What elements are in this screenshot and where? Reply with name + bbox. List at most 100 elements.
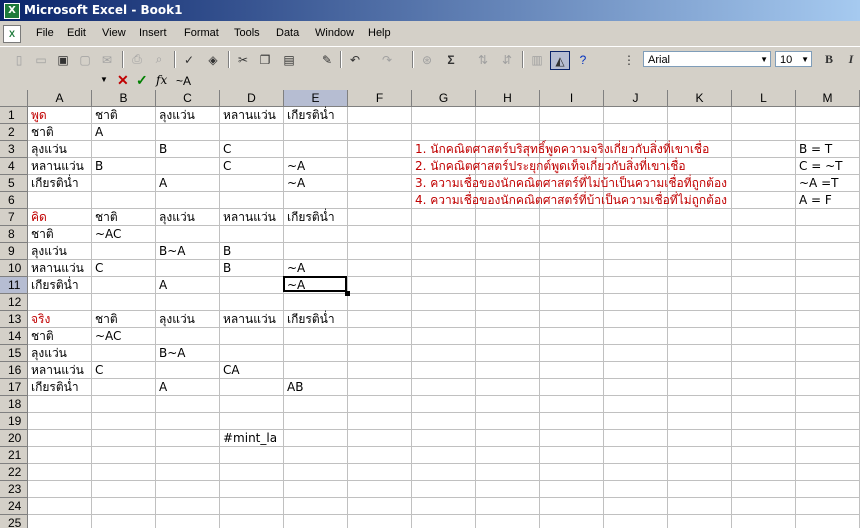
cell-c5[interactable]: A [156,175,167,192]
row-header-3[interactable]: 3 [0,141,28,158]
row-header-22[interactable]: 22 [0,464,28,481]
save-icon[interactable]: ▣ [54,51,72,68]
column-header-k[interactable]: K [668,90,732,107]
row-header-25[interactable]: 25 [0,515,28,528]
cell-m5[interactable]: ~A =T [796,175,838,192]
chevron-down-icon[interactable]: ▼ [760,52,768,68]
cell-m3[interactable]: B = T [796,141,832,158]
cell-c15[interactable]: B~A [156,345,186,362]
cell-a15[interactable]: ลุงแว่น [28,345,67,362]
menu-file[interactable]: File [36,27,54,39]
research-icon[interactable]: ◈ [204,51,222,68]
spelling-icon[interactable]: ✓ [180,51,198,68]
cell-m4[interactable]: C = ~T [796,158,842,175]
cell-b14[interactable]: ~AC [92,328,121,345]
cell-c9[interactable]: B~A [156,243,186,260]
hyperlink-icon[interactable]: ⊛ [418,51,436,68]
row-header-15[interactable]: 15 [0,345,28,362]
cell-d1[interactable]: หลานแว่น [220,107,276,124]
cell-c7[interactable]: ลุงแว่น [156,209,195,226]
email-icon[interactable]: ✉ [98,51,116,68]
cell-b7[interactable]: ชาติ [92,209,118,226]
cell-b13[interactable]: ชาติ [92,311,118,328]
chevron-down-icon[interactable]: ▼ [100,75,108,84]
open-icon[interactable]: ▭ [32,51,50,68]
row-header-13[interactable]: 13 [0,311,28,328]
active-cell-border[interactable] [283,276,347,292]
cell-a9[interactable]: ลุงแว่น [28,243,67,260]
row-header-23[interactable]: 23 [0,481,28,498]
chevron-down-icon[interactable]: ▼ [801,52,809,68]
row-header-11[interactable]: 11 [0,277,28,294]
cell-b2[interactable]: A [92,124,103,141]
menu-window[interactable]: Window [315,27,354,39]
row-header-1[interactable]: 1 [0,107,28,124]
cell-e7[interactable]: เกียรติน่ำ [284,209,335,226]
sort-ascending-icon[interactable]: ⇅ [474,51,492,68]
column-header-m[interactable]: M [796,90,860,107]
cell-a17[interactable]: เกียรติน่ำ [28,379,79,396]
worksheet-grid[interactable]: A B C D E F G H I J K L M 1 2 3 4 5 6 7 8 9 10 11 12 13 14 15 16 17 18… [0,90,860,528]
cell-b4[interactable]: B [92,158,103,175]
cell-g6[interactable]: 4. ความเชื่อของนักคณิตศาสตร์ที่บ้าเป็นคว… [412,192,727,209]
cell-a1[interactable]: พูด [28,107,47,124]
bold-button[interactable]: B [820,51,838,68]
toolbar-options-icon[interactable]: ⋮ [620,51,638,68]
font-name-select[interactable]: Arial ▼ [643,51,771,67]
print-preview-icon[interactable]: ⌕ [150,51,168,68]
cell-c17[interactable]: A [156,379,167,396]
row-header-20[interactable]: 20 [0,430,28,447]
print-icon[interactable]: ⎙ [128,51,146,68]
cell-d3[interactable]: C [220,141,231,158]
paste-icon[interactable]: ▤ [280,51,298,68]
row-header-5[interactable]: 5 [0,175,28,192]
cell-e13[interactable]: เกียรติน่ำ [284,311,335,328]
row-header-9[interactable]: 9 [0,243,28,260]
cell-g5[interactable]: 3. ความเชื่อของนักคณิตศาสตร์ที่ไม่บ้าเป็… [412,175,727,192]
cell-e10[interactable]: ~A [284,260,305,277]
cell-a5[interactable]: เกียรติน่ำ [28,175,79,192]
sort-descending-icon[interactable]: ⇵ [498,51,516,68]
formula-input[interactable]: ~A [176,74,191,88]
drawing-icon[interactable]: ◭ [550,51,570,70]
row-header-8[interactable]: 8 [0,226,28,243]
column-header-i[interactable]: I [540,90,604,107]
cell-a7[interactable]: คิด [28,209,47,226]
column-header-b[interactable]: B [92,90,156,107]
cell-e1[interactable]: เกียรติน่ำ [284,107,335,124]
cell-e5[interactable]: ~A [284,175,305,192]
cell-c13[interactable]: ลุงแว่น [156,311,195,328]
cell-d16[interactable]: CA [220,362,240,379]
new-icon[interactable]: ▯ [10,51,28,68]
row-header-14[interactable]: 14 [0,328,28,345]
name-box[interactable]: ▼ [4,73,110,89]
row-header-4[interactable]: 4 [0,158,28,175]
column-header-e[interactable]: E [284,90,348,107]
cell-a8[interactable]: ชาติ [28,226,54,243]
cell-a3[interactable]: ลุงแว่น [28,141,67,158]
row-header-16[interactable]: 16 [0,362,28,379]
cell-d7[interactable]: หลานแว่น [220,209,276,226]
cell-d10[interactable]: B [220,260,231,277]
cell-e17[interactable]: AB [284,379,303,396]
fill-handle[interactable] [345,291,350,296]
workbook-icon[interactable]: X [3,25,21,43]
select-all-button[interactable] [0,90,28,107]
cell-d13[interactable]: หลานแว่น [220,311,276,328]
enter-icon[interactable]: ✓ [136,72,148,89]
font-size-select[interactable]: 10 ▼ [775,51,812,67]
row-header-18[interactable]: 18 [0,396,28,413]
row-header-2[interactable]: 2 [0,124,28,141]
menu-edit[interactable]: Edit [67,27,86,39]
cell-a2[interactable]: ชาติ [28,124,54,141]
chart-wizard-icon[interactable]: ▥ [528,51,546,68]
column-header-j[interactable]: J [604,90,668,107]
cell-b8[interactable]: ~AC [92,226,121,243]
cell-g4[interactable]: 2. นักคณิตศาสตร์ประยุกต์พูดเท็จเกี่ยวกับ… [412,158,686,175]
format-painter-icon[interactable]: ✎ [318,51,336,68]
cell-d20[interactable]: #mint_la [220,430,277,447]
cell-a4[interactable]: หลานแว่น [28,158,84,175]
redo-icon[interactable]: ↷ [378,51,396,68]
cell-c11[interactable]: A [156,277,167,294]
row-header-17[interactable]: 17 [0,379,28,396]
